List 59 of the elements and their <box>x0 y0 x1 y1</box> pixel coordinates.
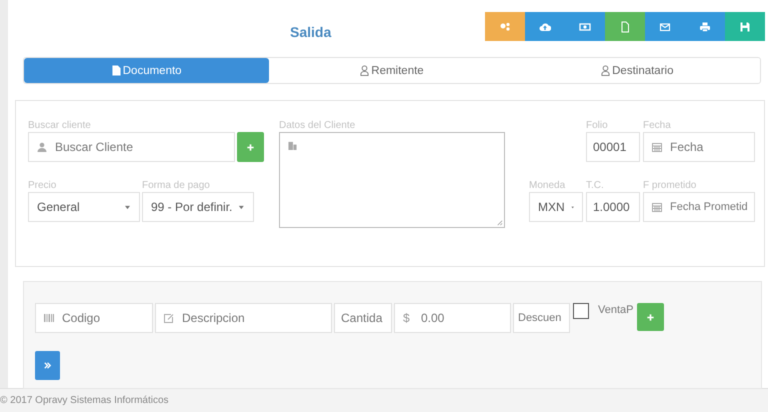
date-field[interactable]: Fecha <box>643 132 755 162</box>
date-field[interactable]: Fecha Prometid <box>643 192 755 222</box>
barcode-icon <box>44 313 54 323</box>
field-label: Datos del Cliente <box>279 120 356 132</box>
field-label: Folio <box>586 120 609 132</box>
description-field[interactable]: Descripcion <box>155 303 332 333</box>
price-select[interactable]: General <box>28 192 140 222</box>
person-icon <box>37 142 47 152</box>
next-button[interactable] <box>35 351 60 380</box>
toolbar-button[interactable] <box>605 12 645 41</box>
double-chevron-icon <box>43 361 52 370</box>
add-item-button[interactable] <box>637 303 664 331</box>
toolbar-button[interactable] <box>565 12 605 41</box>
toolbar-button[interactable] <box>525 12 565 41</box>
code-field[interactable]: Codigo <box>35 303 153 333</box>
banknote-icon <box>579 20 591 32</box>
footer-text: © 2017 Opravy Sistemas Informáticos <box>0 395 169 406</box>
envelope-icon <box>659 20 671 32</box>
caret-icon <box>124 204 131 210</box>
toolbar-button[interactable] <box>725 12 765 41</box>
toolbar-button[interactable] <box>645 12 685 41</box>
search-field[interactable]: Buscar Cliente <box>28 132 235 162</box>
payment-select[interactable]: 99 - Por definir. <box>142 192 254 222</box>
calendar-icon <box>652 142 662 152</box>
client-data-field[interactable] <box>279 132 505 228</box>
checkbox[interactable] <box>573 303 589 319</box>
folio-field[interactable]: 00001 <box>586 132 640 162</box>
field-label: Moneda <box>529 180 566 192</box>
discount-field[interactable]: Descuen <box>513 303 570 333</box>
field-label: Fecha <box>643 120 672 132</box>
field-label: Forma de pago <box>142 180 211 192</box>
cloud-upload-icon <box>539 20 551 32</box>
checkbox-label: VentaP <box>598 304 634 316</box>
print-icon <box>699 20 711 32</box>
toolbar-button[interactable] <box>685 12 725 41</box>
plus-icon <box>246 142 255 152</box>
currency-select[interactable]: MXN <box>529 192 583 222</box>
quantity-field[interactable]: Cantida <box>334 303 392 333</box>
edit-icon <box>164 313 174 323</box>
person-icon <box>601 65 610 76</box>
exchange-rate-field[interactable]: 1.0000 <box>586 192 640 222</box>
save-icon <box>739 20 751 32</box>
caret-icon <box>238 204 245 210</box>
plus-icon <box>646 312 656 322</box>
person-icon <box>360 65 370 76</box>
field-label: F prometido <box>643 180 698 192</box>
field-label: Precio <box>28 180 58 192</box>
field-label: Buscar cliente <box>28 120 92 132</box>
resize-grip-icon <box>496 219 503 226</box>
users-icon <box>499 20 511 32</box>
toolbar-button[interactable] <box>485 12 525 41</box>
document-icon <box>112 65 121 76</box>
currency-symbol: $ <box>403 311 410 325</box>
page-title: Salida <box>290 24 332 40</box>
file-icon <box>619 20 631 32</box>
calendar-icon <box>652 202 662 212</box>
building-icon <box>288 141 297 150</box>
field-label: T.C. <box>586 180 605 192</box>
add-button[interactable] <box>237 132 264 162</box>
